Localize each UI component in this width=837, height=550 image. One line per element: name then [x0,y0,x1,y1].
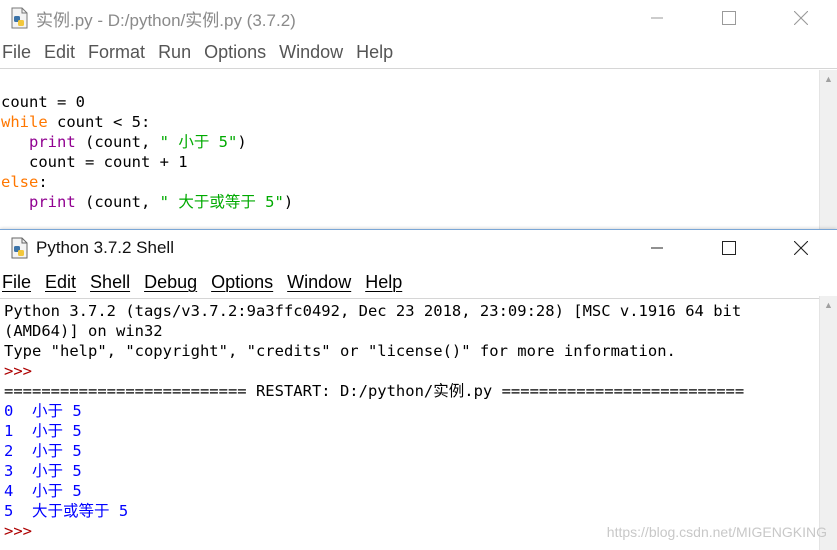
output-line: 5 大于或等于 5 [4,502,129,520]
menu-shell[interactable]: Shell [90,272,130,293]
menu-debug[interactable]: Debug [144,272,197,293]
minimize-icon [651,247,663,249]
output-line: 0 小于 5 [4,402,82,420]
shell-menubar: File Edit Shell Debug Options Window Hel… [0,266,837,298]
editor-window-controls [621,0,837,36]
code-text: (count, [75,133,160,151]
code-text: ) [237,133,247,151]
output-line: 4 小于 5 [4,482,82,500]
scroll-up-arrow-icon[interactable]: ▲ [820,70,837,87]
menu-edit[interactable]: Edit [44,42,75,63]
shell-window: Python 3.7.2 Shell File Edit Shell Debug… [0,229,837,550]
menubar-divider [0,298,837,299]
menu-format[interactable]: Format [88,42,145,63]
editor-titlebar[interactable]: 实例.py - D:/python/实例.py (3.7.2) [0,0,837,36]
menu-edit[interactable]: Edit [45,272,76,293]
code-line: else: [1,172,293,192]
code-text: count = count + 1 [1,153,188,171]
menu-options[interactable]: Options [204,42,266,63]
menu-file[interactable]: File [2,272,31,293]
menu-help[interactable]: Help [365,272,402,293]
editor-menubar: File Edit Format Run Options Window Help [0,36,837,68]
shell-titlebar[interactable]: Python 3.7.2 Shell [0,230,837,266]
maximize-button[interactable] [693,0,765,36]
output-line: 1 小于 5 [4,422,82,440]
menu-window[interactable]: Window [279,42,343,63]
code-text: (count, [75,193,160,211]
shell-output-area[interactable]: Python 3.7.2 (tags/v3.7.2:9a3ffc0492, De… [4,301,744,541]
code-text: count = 0 [1,93,85,111]
menu-run[interactable]: Run [158,42,191,63]
string-literal: " 小于 5" [159,133,238,151]
scroll-up-arrow-icon[interactable]: ▲ [820,296,837,313]
editor-window: 实例.py - D:/python/实例.py (3.7.2) File Edi… [0,0,837,230]
minimize-button[interactable] [621,0,693,36]
banner-line: Type "help", "copyright", "credits" or "… [4,342,676,360]
code-line: print (count, " 小于 5") [1,132,293,152]
code-text: count < 5: [47,113,151,131]
minimize-icon [651,17,663,19]
minimize-button[interactable] [621,230,693,266]
code-line: while count < 5: [1,112,293,132]
editor-title: 实例.py - D:/python/实例.py (3.7.2) [36,10,296,30]
shell-prompt: >>> [4,362,32,380]
output-line: 2 小于 5 [4,442,82,460]
string-literal: " 大于或等于 5" [159,193,284,211]
shell-title: Python 3.7.2 Shell [36,238,174,257]
output-line: 3 小于 5 [4,462,82,480]
builtin-print: print [29,133,76,151]
restart-line: ========================== RESTART: D:/p… [4,382,745,400]
maximize-button[interactable] [693,230,765,266]
banner-line: (AMD64)] on win32 [4,322,163,340]
keyword-else: else [1,173,39,191]
keyword-while: while [1,113,48,131]
menu-file[interactable]: File [2,42,31,63]
shell-scrollbar[interactable]: ▲ [819,296,837,550]
python-file-icon [8,7,30,29]
close-button[interactable] [765,0,837,36]
close-icon [794,241,808,255]
code-line: count = count + 1 [1,152,293,172]
code-line: count = 0 [1,92,293,112]
close-button[interactable] [765,230,837,266]
code-text: : [38,173,48,191]
menu-help[interactable]: Help [356,42,393,63]
watermark: https://blog.csdn.net/MIGENGKING [606,524,827,540]
shell-window-controls [621,230,837,266]
code-line: print (count, " 大于或等于 5") [1,192,293,212]
editor-code-area[interactable]: count = 0 while count < 5: print (count, … [1,92,293,212]
editor-scrollbar[interactable]: ▲ [819,70,837,230]
menubar-divider [0,68,837,69]
builtin-print: print [29,193,76,211]
code-text: ) [283,193,294,211]
close-icon [794,11,808,25]
maximize-icon [722,241,736,255]
maximize-icon [722,11,736,25]
menu-window[interactable]: Window [287,272,351,293]
menu-options[interactable]: Options [211,272,273,293]
banner-line: Python 3.7.2 (tags/v3.7.2:9a3ffc0492, De… [4,302,742,320]
python-shell-icon [8,237,30,259]
